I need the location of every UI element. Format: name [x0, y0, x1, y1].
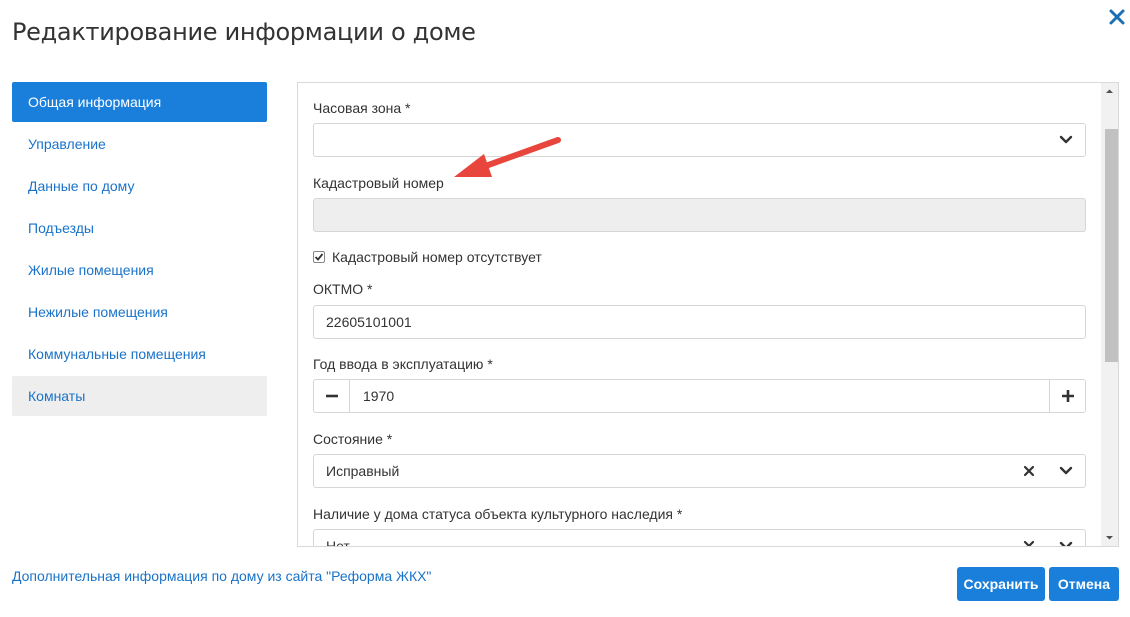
oktmo-label: ОКТМО * — [313, 281, 373, 297]
year-label: Год ввода в эксплуатацию * — [313, 356, 493, 372]
scroll-down-icon[interactable] — [1105, 533, 1114, 542]
sidebar-item-rooms[interactable]: Комнаты — [12, 376, 267, 416]
form-panel: Часовая зона * Кадастровый номер Кадастр… — [297, 82, 1119, 547]
oktmo-input[interactable]: 22605101001 — [313, 305, 1086, 339]
cadastral-label: Кадастровый номер — [313, 175, 444, 191]
heritage-select[interactable]: Нет — [313, 529, 1086, 547]
sidebar-item-residential[interactable]: Жилые помещения — [12, 250, 267, 290]
timezone-label: Часовая зона * — [313, 100, 411, 116]
scroll-up-icon[interactable] — [1105, 87, 1114, 96]
checkmark-icon — [314, 253, 324, 261]
sidebar-item-communal[interactable]: Коммунальные помещения — [12, 334, 267, 374]
clear-x-icon[interactable] — [1023, 465, 1035, 477]
sidebar-item-house-data[interactable]: Данные по дому — [12, 166, 267, 206]
minus-icon[interactable] — [314, 380, 350, 412]
cadastral-input — [313, 198, 1086, 232]
scroll-thumb[interactable] — [1105, 129, 1118, 362]
sidebar-item-general[interactable]: Общая информация — [12, 82, 267, 122]
heritage-value: Нет — [326, 538, 350, 547]
condition-value: Исправный — [326, 463, 400, 479]
no-cadastral-checkbox-row[interactable]: Кадастровый номер отсутствует — [313, 249, 542, 265]
chevron-down-icon[interactable] — [1059, 540, 1073, 547]
no-cadastral-label: Кадастровый номер отсутствует — [332, 249, 542, 265]
sidebar-nav: Общая информация Управление Данные по до… — [12, 82, 267, 418]
annotation-arrow-icon — [454, 137, 561, 177]
year-stepper[interactable]: 1970 — [313, 379, 1086, 413]
sidebar-item-nonresidential[interactable]: Нежилые помещения — [12, 292, 267, 332]
close-icon[interactable] — [1104, 4, 1130, 30]
heritage-label: Наличие у дома статуса объекта культурно… — [313, 506, 683, 522]
sidebar-item-entrances[interactable]: Подъезды — [12, 208, 267, 248]
chevron-down-icon[interactable] — [1059, 465, 1073, 477]
condition-select[interactable]: Исправный — [313, 454, 1086, 488]
chevron-down-icon[interactable] — [1059, 134, 1073, 146]
edit-house-dialog: Редактирование информации о доме Общая и… — [0, 0, 1130, 617]
dialog-title: Редактирование информации о доме — [12, 18, 476, 46]
plus-icon[interactable] — [1049, 380, 1085, 412]
timezone-select[interactable] — [313, 123, 1086, 157]
cancel-button[interactable]: Отмена — [1049, 567, 1119, 601]
oktmo-value: 22605101001 — [326, 314, 412, 330]
no-cadastral-checkbox[interactable] — [313, 251, 325, 263]
year-value[interactable]: 1970 — [363, 380, 394, 412]
save-button[interactable]: Сохранить — [957, 567, 1045, 601]
condition-label: Состояние * — [313, 431, 393, 447]
sidebar-item-management[interactable]: Управление — [12, 124, 267, 164]
clear-x-icon[interactable] — [1023, 540, 1035, 547]
form-scrollbar[interactable] — [1101, 83, 1118, 546]
reform-gkh-link[interactable]: Дополнительная информация по дому из сай… — [12, 568, 431, 584]
